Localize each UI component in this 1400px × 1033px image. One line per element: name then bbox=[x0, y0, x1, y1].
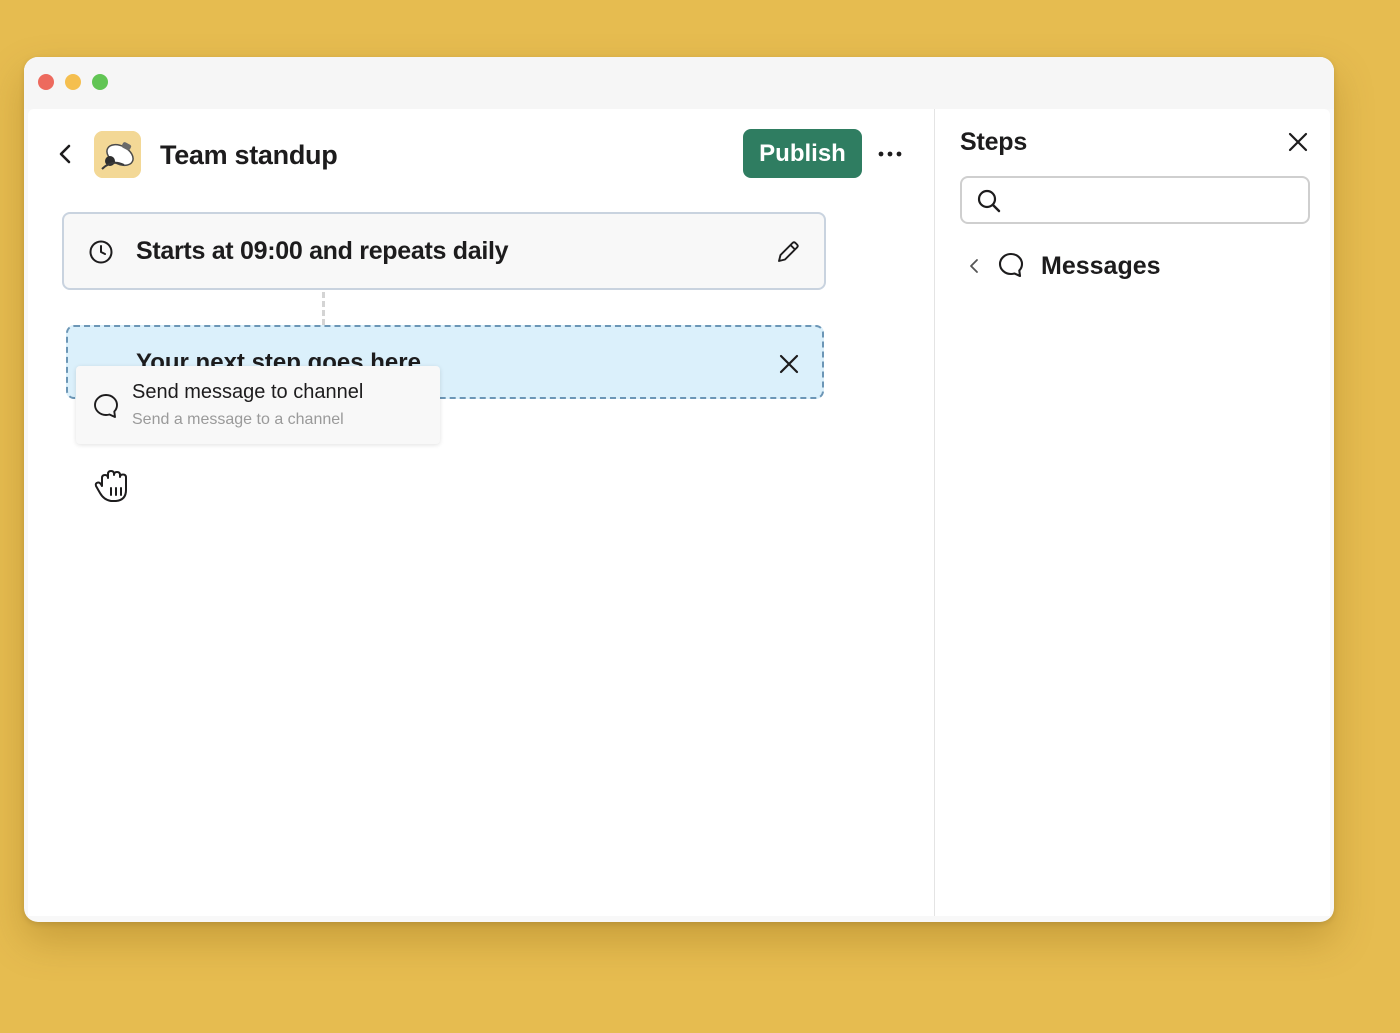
app-window: Team standup Publish Starts at 09:00 and… bbox=[24, 57, 1334, 922]
steps-panel: Steps Messages bbox=[935, 109, 1330, 916]
trigger-description: Starts at 09:00 and repeats daily bbox=[136, 237, 509, 265]
window-zoom-button[interactable] bbox=[92, 74, 108, 90]
step-connector bbox=[322, 292, 325, 325]
dragged-step-title: Send message to channel bbox=[132, 381, 364, 403]
category-messages[interactable]: Messages bbox=[1041, 251, 1161, 281]
chevron-left-icon bbox=[970, 259, 978, 273]
clock-icon bbox=[89, 240, 113, 264]
steps-search-box[interactable] bbox=[960, 176, 1310, 224]
edit-trigger-button[interactable] bbox=[772, 236, 804, 268]
category-back-button[interactable] bbox=[963, 255, 985, 277]
workflow-title: Team standup bbox=[160, 140, 338, 170]
workflow-canvas: Team standup Publish Starts at 09:00 and… bbox=[28, 109, 934, 916]
workflow-image-icon bbox=[94, 131, 141, 178]
pencil-icon bbox=[778, 241, 799, 262]
search-icon bbox=[977, 189, 1001, 213]
close-icon bbox=[779, 354, 799, 374]
close-icon bbox=[1288, 132, 1308, 152]
workflow-builder: Team standup Publish Starts at 09:00 and… bbox=[28, 109, 1330, 916]
more-options-button[interactable] bbox=[874, 139, 906, 169]
grab-cursor-icon bbox=[94, 470, 127, 502]
steps-panel-title: Steps bbox=[960, 128, 1028, 156]
dragged-step-subtitle: Send a message to a channel bbox=[132, 411, 344, 428]
remove-step-button[interactable] bbox=[772, 347, 806, 381]
chevron-left-icon bbox=[59, 144, 71, 164]
message-bubble-icon bbox=[94, 394, 118, 418]
window-close-button[interactable] bbox=[38, 74, 54, 90]
back-button[interactable] bbox=[50, 139, 80, 169]
ellipsis-icon bbox=[878, 151, 902, 157]
message-bubble-icon bbox=[998, 252, 1024, 278]
trigger-card[interactable]: Starts at 09:00 and repeats daily bbox=[62, 212, 826, 290]
steps-search-input[interactable] bbox=[1012, 182, 1306, 220]
dragged-step-card[interactable]: Send message to channel Send a message t… bbox=[76, 366, 440, 444]
publish-button[interactable]: Publish bbox=[743, 129, 862, 178]
window-minimize-button[interactable] bbox=[65, 74, 81, 90]
title-bar bbox=[24, 57, 1334, 109]
close-steps-panel-button[interactable] bbox=[1281, 125, 1315, 159]
